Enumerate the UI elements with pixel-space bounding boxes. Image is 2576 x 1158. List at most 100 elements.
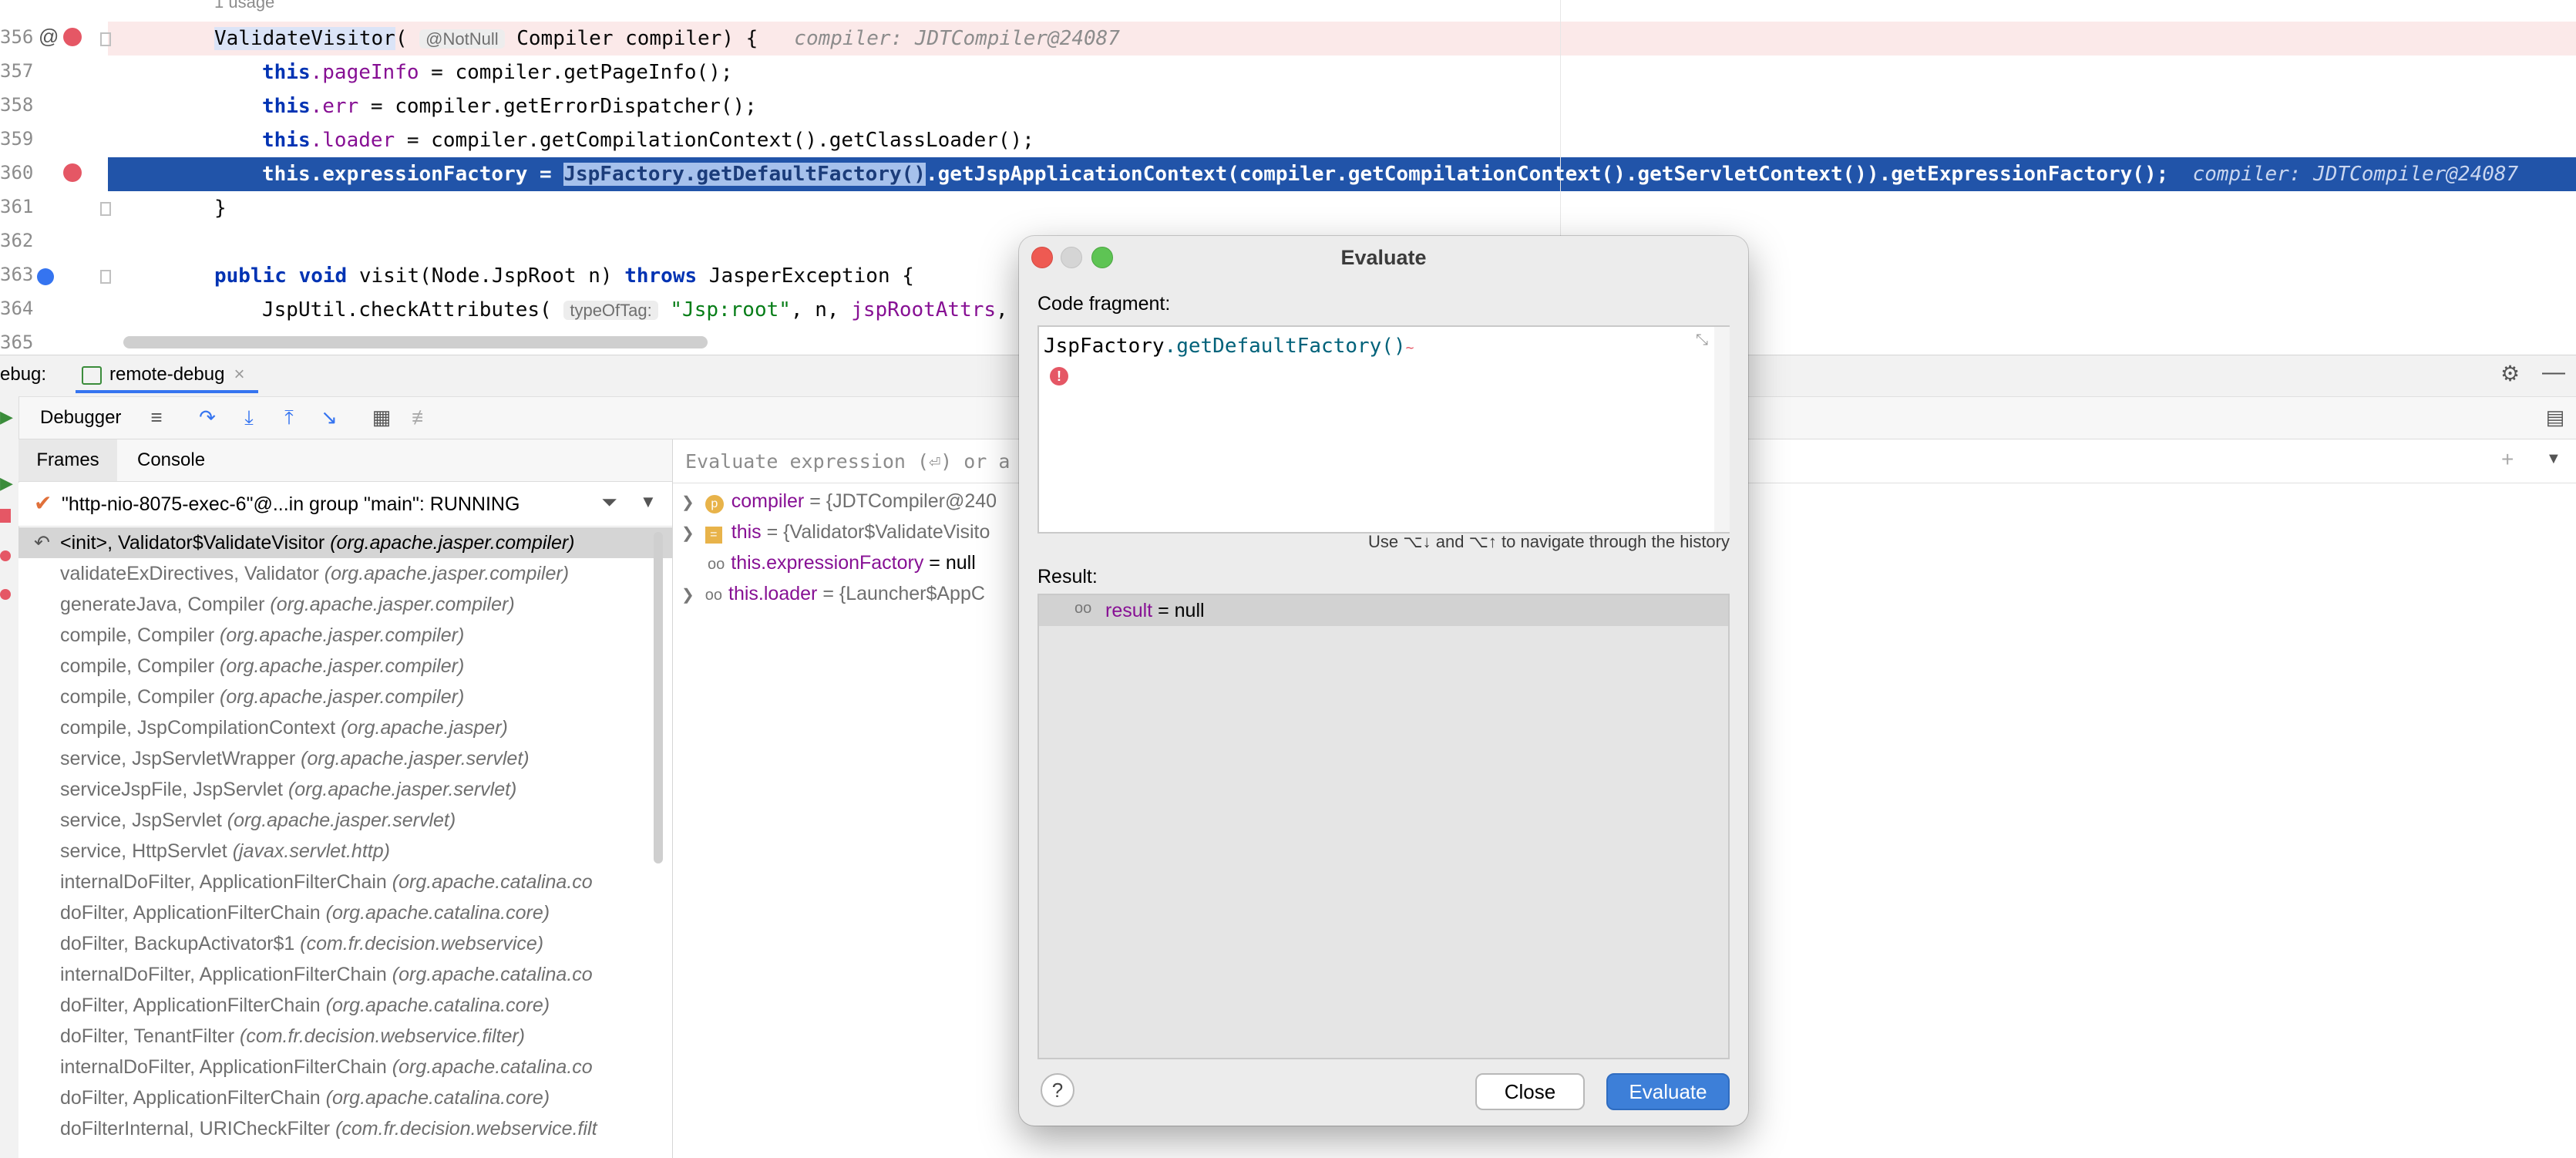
line-number: 361 — [0, 196, 34, 217]
list-item[interactable]: service, JspServlet (org.apache.jasper.s… — [18, 805, 672, 836]
variable-row[interactable]: oo this.expressionFactory = null — [708, 547, 976, 578]
remote-debug-icon — [82, 365, 102, 385]
chevron-down-icon[interactable]: ▼ — [640, 492, 657, 512]
close-button[interactable]: Close — [1475, 1073, 1585, 1110]
list-item[interactable]: internalDoFilter, ApplicationFilterChain… — [18, 1052, 672, 1082]
frame-package: (org.apache.jasper.compiler) — [270, 594, 515, 615]
chevron-right-icon[interactable]: ❯ — [681, 494, 694, 511]
mute-breakpoints-icon[interactable] — [0, 589, 11, 600]
layout-icon[interactable]: ▤ — [2542, 404, 2568, 430]
frame-package: (org.apache.jasper.servlet) — [288, 779, 517, 800]
code-line[interactable]: this.err = compiler.getErrorDispatcher()… — [262, 89, 2576, 123]
frame-method: internalDoFilter, ApplicationFilterChain — [60, 1056, 387, 1078]
fold-icon[interactable] — [100, 270, 111, 284]
list-item[interactable]: service, HttpServlet (javax.servlet.http… — [18, 836, 672, 867]
code-fragment-label: Code fragment: — [1037, 293, 1171, 315]
close-tab-icon[interactable]: × — [234, 364, 244, 385]
run-to-cursor-icon[interactable]: ↘ — [316, 404, 342, 430]
code-fragment-editor[interactable]: JspFactory.getDefaultFactory()~ ! ⤡ — [1037, 325, 1730, 534]
list-item[interactable]: doFilter, BackupActivator$1 (com.fr.deci… — [18, 928, 672, 959]
variable-value: = {Validator$ValidateVisito — [761, 521, 990, 543]
list-item[interactable]: doFilter, ApplicationFilterChain (org.ap… — [18, 897, 672, 928]
code-line[interactable]: ValidateVisitor( @NotNull Compiler compi… — [214, 22, 2576, 56]
list-item[interactable]: internalDoFilter, ApplicationFilterChain… — [18, 959, 672, 990]
frame-package: (org.apache.jasper.servlet) — [227, 810, 456, 831]
list-item[interactable]: internalDoFilter, ApplicationFilterChain… — [18, 867, 672, 897]
line-number: 359 — [0, 128, 34, 150]
fold-icon[interactable] — [100, 32, 111, 46]
fold-icon[interactable] — [100, 202, 111, 216]
evaluate-button[interactable]: Evaluate — [1606, 1073, 1730, 1110]
variable-row[interactable]: ❯ oo this.loader = {Launcher$AppC — [681, 578, 985, 609]
rerun-icon[interactable]: ▶ — [0, 473, 13, 493]
frame-method: generateJava, Compiler — [60, 594, 265, 615]
override-icon[interactable] — [37, 268, 54, 285]
code-token: JasperException { — [697, 264, 914, 288]
minimize-icon[interactable]: — — [2542, 359, 2565, 385]
code-area-scrollbar[interactable] — [1714, 327, 1730, 532]
list-item[interactable]: compile, Compiler (org.apache.jasper.com… — [18, 682, 672, 712]
line-number: 364 — [0, 298, 34, 319]
tab-frames[interactable]: Frames — [18, 439, 117, 481]
usage-hint[interactable]: 1 usage — [214, 0, 274, 12]
chevron-down-icon[interactable]: ▼ — [2546, 450, 2561, 468]
session-tab-remote-debug[interactable]: remote-debug × — [76, 359, 259, 393]
thread-selector[interactable]: ✔ "http-nio-8075-exec-6"@...in group "ma… — [18, 483, 672, 527]
list-item[interactable]: doFilter, TenantFilter (com.fr.decision.… — [18, 1021, 672, 1052]
collapse-icon[interactable]: ⤡ — [1696, 332, 1708, 349]
code-fragment-text[interactable]: JspFactory.getDefaultFactory()~ — [1044, 335, 1414, 358]
list-item[interactable]: service, JspServletWrapper (org.apache.j… — [18, 743, 672, 774]
editor-horizontal-scrollbar[interactable] — [123, 336, 708, 348]
variable-value: = {JDTCompiler@240 — [804, 490, 997, 512]
list-item[interactable]: validateExDirectives, Validator (org.apa… — [18, 558, 672, 589]
resume-icon[interactable]: ▶ — [0, 407, 13, 427]
list-item[interactable]: serviceJspFile, JspServlet (org.apache.j… — [18, 774, 672, 805]
breakpoints-icon[interactable] — [0, 550, 11, 561]
tab-console[interactable]: Console — [137, 439, 205, 481]
chevron-right-icon[interactable]: ❯ — [681, 587, 694, 604]
debugger-tab[interactable]: Debugger — [40, 407, 121, 429]
gear-icon[interactable]: ⚙ — [2500, 361, 2520, 386]
code-line[interactable]: this.pageInfo = compiler.getPageInfo(); — [262, 56, 2576, 89]
frame-method: validateExDirectives, Validator — [60, 563, 319, 584]
trace-icon[interactable]: ≢ — [409, 404, 435, 430]
list-item[interactable]: ↶ <init>, Validator$ValidateVisitor (org.… — [18, 527, 672, 558]
list-item[interactable]: compile, Compiler (org.apache.jasper.com… — [18, 651, 672, 682]
list-item[interactable]: doFilterInternal, URICheckFilter (com.fr… — [18, 1113, 672, 1144]
code-token: visit(Node.JspRoot n) — [347, 264, 625, 288]
list-item[interactable]: doFilter, ApplicationFilterChain (org.ap… — [18, 990, 672, 1021]
filter-icon[interactable]: ⏷ — [601, 490, 617, 515]
result-tree[interactable]: oo result = null — [1037, 594, 1730, 1059]
code-line-current[interactable]: this.expressionFactory = JspFactory.getD… — [262, 157, 2576, 191]
annotation-icon[interactable]: @ — [39, 25, 59, 49]
menu-icon[interactable]: ≡ — [143, 404, 170, 430]
step-over-icon[interactable]: ↷ — [194, 404, 220, 430]
dialog-title: Evaluate — [1340, 246, 1427, 269]
frame-package: (com.fr.decision.webservice.filt — [335, 1118, 597, 1139]
code-line[interactable]: } — [214, 191, 2576, 225]
frame-method: service, JspServlet — [60, 810, 222, 831]
variable-row[interactable]: ❯ = this = {Validator$ValidateVisito — [681, 517, 990, 547]
result-row[interactable]: oo result = null — [1039, 595, 1728, 626]
list-item[interactable]: compile, Compiler (org.apache.jasper.com… — [18, 620, 672, 651]
step-out-icon[interactable]: ⤒ — [276, 404, 302, 430]
breakpoint-icon[interactable] — [63, 28, 82, 46]
step-into-icon[interactable]: ⤓ — [236, 404, 262, 430]
code-token: = compiler.getPageInfo(); — [419, 61, 733, 84]
frames-list[interactable]: ↶ <init>, Validator$ValidateVisitor (org.… — [18, 527, 672, 1158]
error-icon[interactable]: ! — [1050, 367, 1068, 385]
stop-icon[interactable] — [0, 509, 11, 523]
frame-method: service, JspServletWrapper — [60, 748, 296, 769]
add-watch-icon[interactable]: + — [2501, 447, 2514, 472]
help-button[interactable]: ? — [1041, 1073, 1074, 1107]
list-item[interactable]: generateJava, Compiler (org.apache.jaspe… — [18, 589, 672, 620]
variable-row[interactable]: ❯ p compiler = {JDTCompiler@240 — [681, 486, 997, 517]
code-line[interactable]: this.loader = compiler.getCompilationCon… — [262, 123, 2576, 157]
evaluate-table-icon[interactable]: ▦ — [368, 404, 395, 430]
method-name: ValidateVisitor — [214, 27, 395, 50]
frames-scrollbar[interactable] — [654, 532, 663, 863]
list-item[interactable]: doFilter, ApplicationFilterChain (org.ap… — [18, 1082, 672, 1113]
list-item[interactable]: compile, JspCompilationContext (org.apac… — [18, 712, 672, 743]
breakpoint-icon[interactable] — [63, 163, 82, 182]
chevron-right-icon[interactable]: ❯ — [681, 525, 694, 542]
